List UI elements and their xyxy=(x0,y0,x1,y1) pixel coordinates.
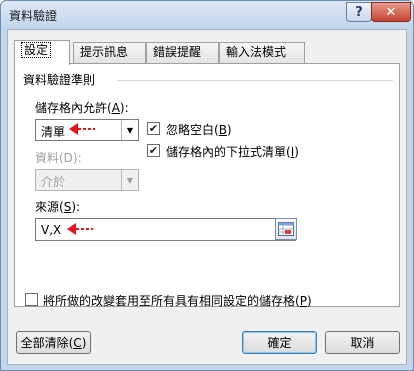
tab-input-message[interactable]: 提示訊息 xyxy=(73,42,146,63)
tab-ime-mode-label: 輸入法模式 xyxy=(226,45,287,59)
tab-input-message-label: 提示訊息 xyxy=(80,45,129,59)
ok-button-label: 確定 xyxy=(267,336,292,350)
cancel-button[interactable]: 取消 xyxy=(325,331,400,354)
cancel-button-label: 取消 xyxy=(350,336,375,350)
close-button[interactable]: ✕ xyxy=(371,2,411,22)
check-icon: ✔ xyxy=(148,144,159,157)
data-dropdown-value: 介於 xyxy=(41,175,66,189)
allow-dropdown-value: 清單 xyxy=(41,125,66,139)
dialog-title: 資料驗證 xyxy=(9,9,58,23)
help-icon: ? xyxy=(355,4,363,20)
tab-error-alert[interactable]: 錯誤提醒 xyxy=(146,42,219,63)
data-label: 資料(D): xyxy=(35,151,82,165)
title-bar[interactable]: 資料驗證 ? ✕ xyxy=(1,1,413,29)
range-select-button[interactable] xyxy=(275,218,297,240)
clear-all-button[interactable]: 全部清除(C) xyxy=(16,331,91,354)
validation-criteria-title: 資料驗證準則 xyxy=(23,73,96,87)
annotation-arrow-icon xyxy=(67,223,93,235)
tab-ime-mode[interactable]: 輸入法模式 xyxy=(219,42,305,63)
apply-to-all-checkbox[interactable] xyxy=(25,293,38,306)
tab-settings-label: 設定 xyxy=(21,42,52,58)
source-label: 來源(S): xyxy=(35,200,81,214)
ignore-blank-checkbox[interactable]: ✔ xyxy=(147,122,160,135)
annotation-arrow-icon xyxy=(69,123,95,135)
chevron-down-icon: ▼ xyxy=(121,120,138,140)
in-cell-dropdown-label: 儲存格內的下拉式清單(I) xyxy=(166,145,299,159)
range-select-icon xyxy=(278,222,294,236)
in-cell-dropdown-checkbox[interactable]: ✔ xyxy=(147,144,160,157)
tab-settings[interactable]: 設定 xyxy=(14,40,70,65)
close-icon: ✕ xyxy=(385,4,397,20)
help-button[interactable]: ? xyxy=(346,2,372,22)
settings-panel: 資料驗證準則 儲存格內允許(A): 清單 ▼ ✔ 忽略空白(B) ✔ 儲存格內的… xyxy=(14,63,400,307)
tab-error-alert-label: 錯誤提醒 xyxy=(153,45,202,59)
group-divider xyxy=(117,80,393,81)
dialog-body: 設定 提示訊息 錯誤提醒 輸入法模式 資料驗證準則 儲存格內允許(A): 清單 … xyxy=(7,29,407,365)
ok-button[interactable]: 確定 xyxy=(242,331,317,354)
apply-to-all-label: 將所做的改變套用至所有具有相同設定的儲存格(P) xyxy=(43,294,312,308)
chevron-down-icon: ▼ xyxy=(121,170,138,190)
data-dropdown: 介於 ▼ xyxy=(35,169,139,191)
ignore-blank-label: 忽略空白(B) xyxy=(166,123,232,137)
clear-all-button-label: 全部清除(C) xyxy=(20,336,87,350)
data-validation-dialog: 資料驗證 ? ✕ 設定 提示訊息 錯誤提醒 輸入法模式 資料驗證準則 儲存格內允… xyxy=(0,0,414,371)
source-input-value: V,X xyxy=(41,223,62,237)
check-icon: ✔ xyxy=(148,122,159,135)
allow-label: 儲存格內允許(A): xyxy=(35,101,129,115)
